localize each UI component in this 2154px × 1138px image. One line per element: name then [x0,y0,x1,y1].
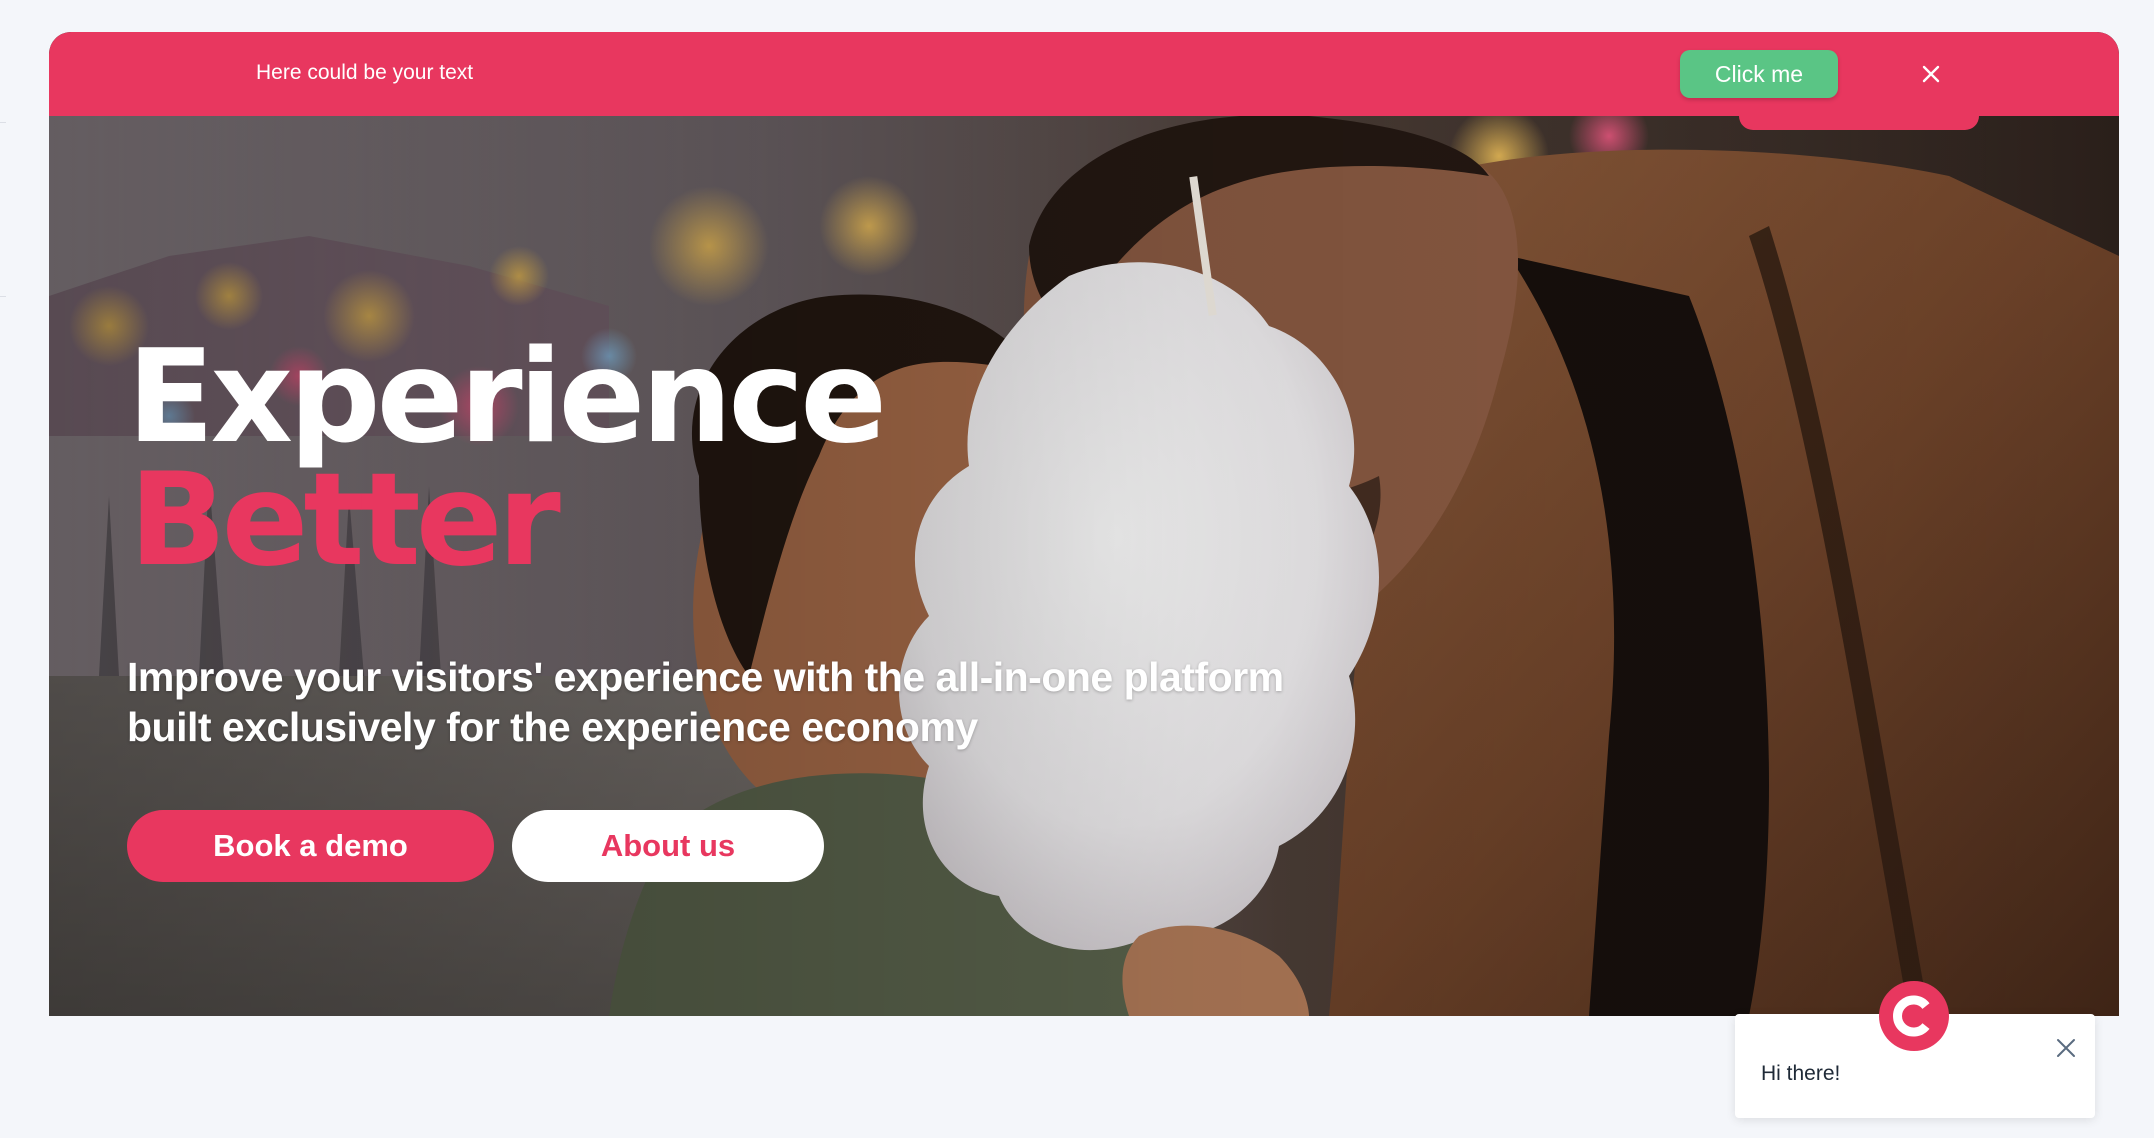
page-edge-line [0,122,6,123]
hero-title-line-1: Experience [127,323,887,472]
about-us-button[interactable]: About us [512,810,824,882]
hero-section: Here could be your text Click me Experie… [49,32,2119,1016]
hero-title-line-2: Better [129,446,561,595]
announcement-bar-tab [1739,116,1979,130]
chat-avatar-logo-icon[interactable] [1879,981,1949,1051]
hero-subtitle-line-1: Improve your visitors' experience with t… [127,654,1284,700]
page-edge-line [0,296,6,297]
hero-subtitle: Improve your visitors' experience with t… [127,652,1427,752]
close-icon[interactable] [2052,1034,2080,1062]
chat-message: Hi there! [1761,1062,1841,1085]
announcement-bar: Here could be your text Click me [49,32,2119,116]
announcement-text: Here could be your text [256,61,474,84]
click-me-button[interactable]: Click me [1680,50,1838,98]
book-a-demo-button[interactable]: Book a demo [127,810,494,882]
close-icon[interactable] [1916,59,1946,89]
hero-subtitle-line-2: built exclusively for the experience eco… [127,704,978,750]
